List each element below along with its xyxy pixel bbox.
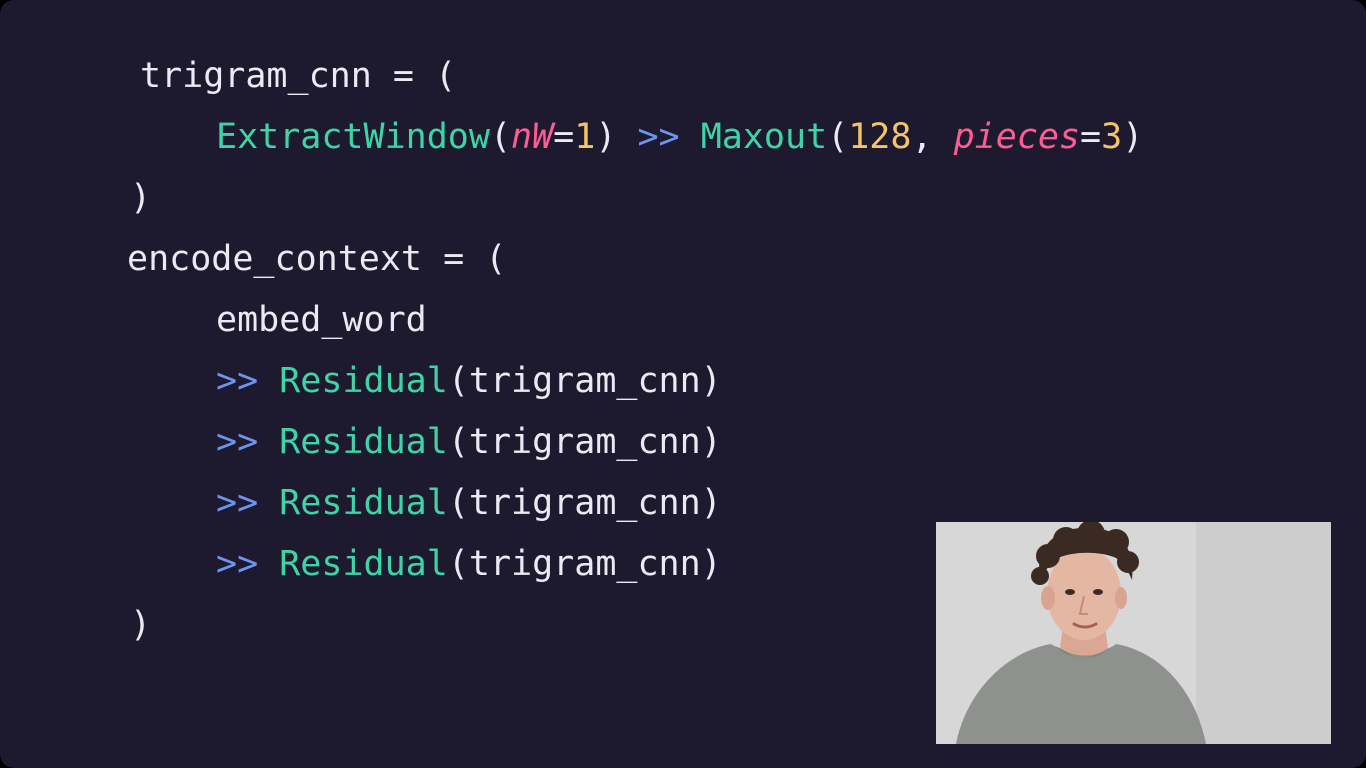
webcam-overlay	[936, 522, 1331, 744]
residual-argument: (trigram_cnn)	[447, 483, 722, 523]
number-1: 1	[574, 117, 596, 157]
equals: =	[553, 117, 575, 157]
code-line-residual: >> Residual(trigram_cnn)	[216, 357, 722, 405]
chain-operator: >>	[216, 361, 259, 401]
chain-operator: >>	[216, 483, 259, 523]
residual-argument: (trigram_cnn)	[447, 361, 722, 401]
slide: trigram_cnn = ( ExtractWindow(nW=1) >> M…	[0, 0, 1366, 768]
residual-argument: (trigram_cnn)	[447, 544, 722, 584]
variable-encode-context: encode_context	[127, 239, 423, 279]
function-residual: Residual	[279, 544, 448, 584]
function-extract-window: ExtractWindow	[216, 117, 490, 157]
paren-close: )	[595, 117, 617, 157]
comma: ,	[911, 117, 933, 157]
assign-open: = (	[422, 239, 507, 279]
function-residual: Residual	[279, 422, 448, 462]
code-line-embed-word: embed_word	[216, 300, 427, 340]
paren-close: )	[1122, 117, 1144, 157]
residual-argument: (trigram_cnn)	[447, 422, 722, 462]
code-line-residual: >> Residual(trigram_cnn)	[216, 540, 722, 588]
code-line-extract-maxout: ExtractWindow(nW=1) >> Maxout(128, piece…	[216, 113, 1143, 161]
assign-open: = (	[371, 56, 457, 96]
code-line-close-paren: )	[130, 178, 152, 218]
number-3: 3	[1101, 117, 1123, 157]
chain-operator: >>	[216, 422, 259, 462]
function-residual: Residual	[279, 483, 448, 523]
variable-trigram-cnn: trigram_cnn	[140, 56, 372, 96]
code-line-encode-context-def: encode_context = (	[127, 235, 506, 283]
code-line-trigram-cnn-def: trigram_cnn = (	[140, 52, 456, 100]
equals: =	[1080, 117, 1102, 157]
chain-operator: >>	[637, 117, 680, 157]
code-line-close-paren: )	[130, 605, 152, 645]
presenter-video-frame	[936, 522, 1331, 744]
function-maxout: Maxout	[700, 117, 828, 157]
number-128: 128	[848, 117, 912, 157]
paren-open: (	[489, 117, 512, 157]
code-line-residual: >> Residual(trigram_cnn)	[216, 479, 722, 527]
chain-operator: >>	[216, 544, 259, 584]
keyword-nw: nW	[511, 117, 554, 157]
paren-open: (	[827, 117, 849, 157]
code-line-residual: >> Residual(trigram_cnn)	[216, 418, 722, 466]
keyword-pieces: pieces	[953, 117, 1081, 157]
function-residual: Residual	[279, 361, 448, 401]
